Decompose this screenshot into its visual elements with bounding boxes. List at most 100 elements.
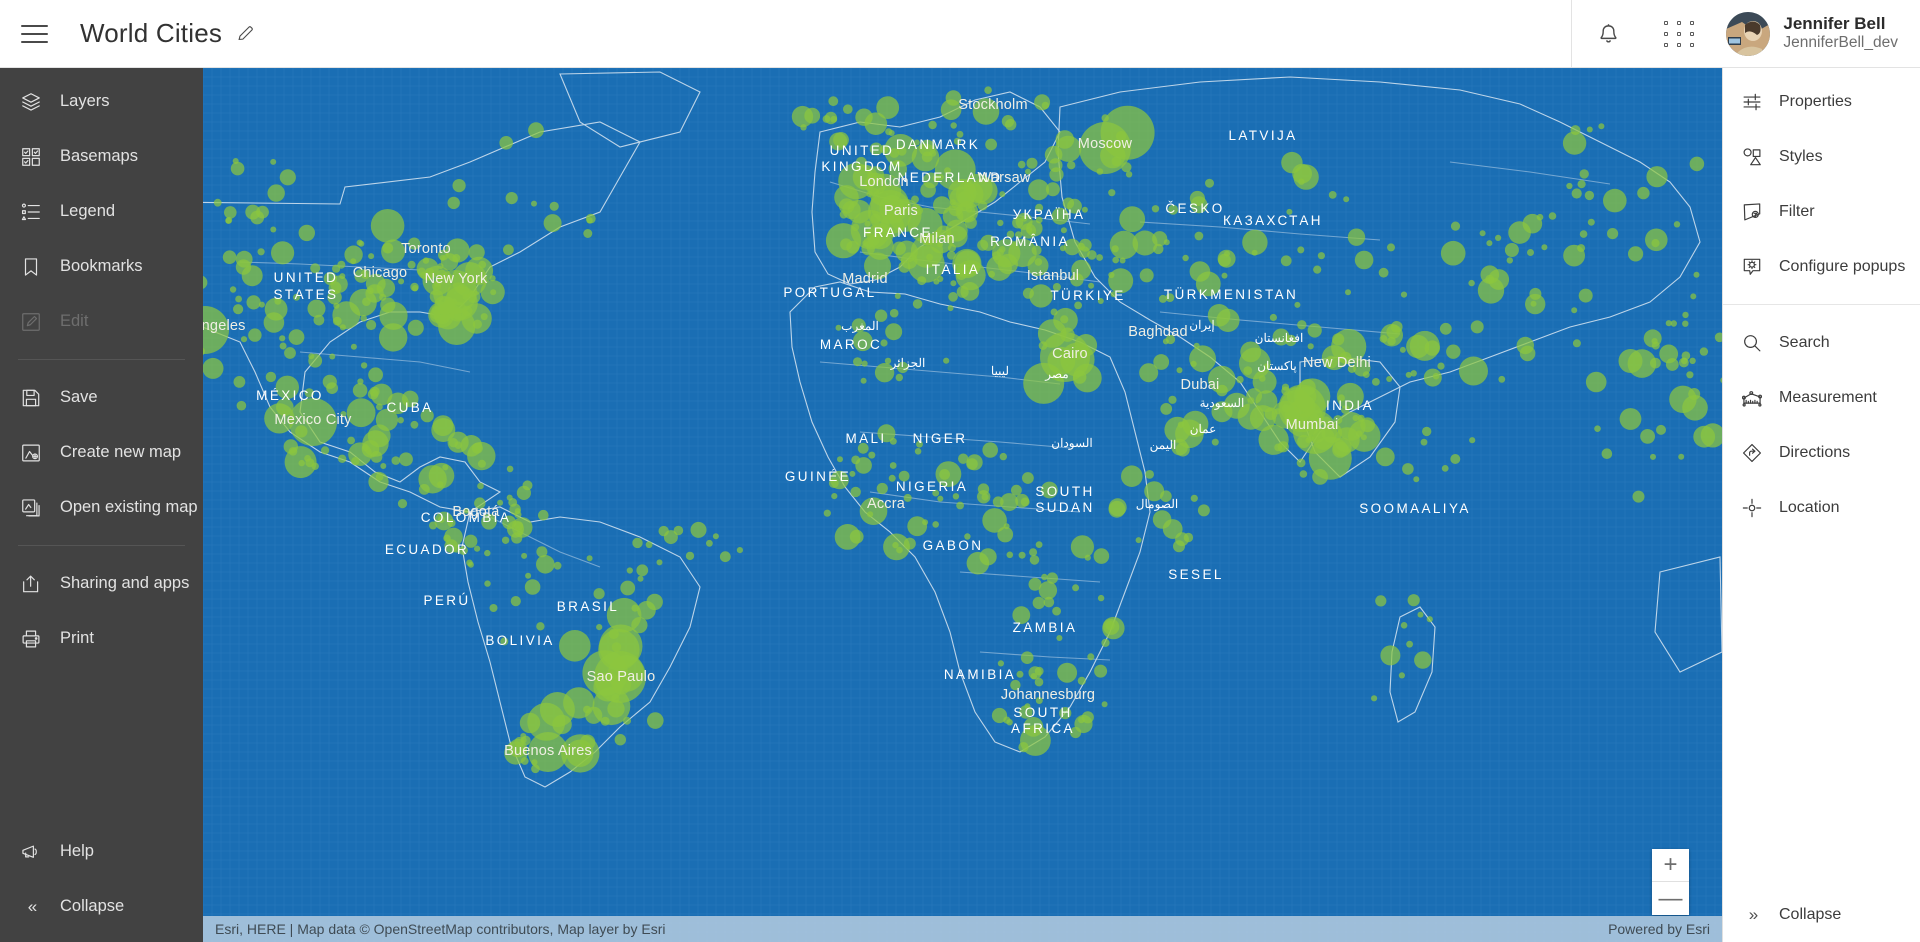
city-symbol[interactable] bbox=[521, 552, 528, 559]
city-symbol[interactable] bbox=[1386, 376, 1393, 382]
city-symbol[interactable] bbox=[270, 226, 277, 233]
city-symbol[interactable] bbox=[307, 299, 326, 318]
city-symbol[interactable] bbox=[1578, 288, 1593, 303]
city-symbol[interactable] bbox=[1470, 320, 1484, 334]
city-symbol[interactable] bbox=[876, 482, 888, 495]
city-symbol[interactable] bbox=[1173, 540, 1185, 553]
city-symbol[interactable] bbox=[1093, 548, 1110, 564]
city-symbol[interactable] bbox=[1176, 367, 1183, 374]
map-canvas[interactable]: UNITED STATES MÉXICO CUBA COLOMBIA ECUADOR PER… bbox=[203, 68, 1722, 942]
city-symbol[interactable] bbox=[1360, 434, 1367, 441]
city-symbol[interactable] bbox=[1034, 94, 1051, 111]
city-symbol[interactable] bbox=[1298, 178, 1305, 185]
city-symbol[interactable] bbox=[1682, 395, 1708, 421]
city-symbol[interactable] bbox=[1211, 438, 1219, 446]
city-symbol[interactable] bbox=[391, 456, 401, 465]
city-symbol[interactable] bbox=[375, 473, 384, 481]
city-symbol[interactable] bbox=[1028, 577, 1042, 591]
city-symbol[interactable] bbox=[1029, 548, 1038, 557]
sidebar-item-layers[interactable]: Layers bbox=[0, 74, 203, 129]
city-symbol[interactable] bbox=[1182, 254, 1189, 262]
city-symbol[interactable] bbox=[593, 588, 605, 600]
city-symbol[interactable] bbox=[1297, 320, 1307, 330]
city-symbol[interactable] bbox=[839, 210, 848, 219]
panel-item-measurement[interactable]: Measurement bbox=[1723, 370, 1920, 425]
city-symbol[interactable] bbox=[1102, 616, 1125, 640]
city-symbol[interactable] bbox=[1637, 186, 1650, 200]
city-symbol[interactable] bbox=[1216, 308, 1240, 332]
city-symbol[interactable] bbox=[553, 561, 562, 570]
city-symbol[interactable] bbox=[1682, 320, 1689, 327]
city-symbol[interactable] bbox=[256, 205, 269, 219]
city-symbol[interactable] bbox=[271, 241, 295, 265]
city-symbol[interactable] bbox=[1139, 268, 1154, 283]
city-symbol[interactable] bbox=[339, 273, 346, 280]
city-symbol[interactable] bbox=[1307, 323, 1322, 338]
city-symbol[interactable] bbox=[1398, 672, 1405, 679]
city-symbol[interactable] bbox=[1607, 228, 1619, 240]
city-symbol[interactable] bbox=[1439, 322, 1452, 335]
hamburger-icon[interactable] bbox=[0, 0, 68, 68]
city-symbol[interactable] bbox=[1087, 653, 1095, 661]
city-symbol[interactable] bbox=[1281, 151, 1303, 174]
city-symbol[interactable] bbox=[1057, 662, 1078, 683]
city-symbol[interactable] bbox=[1681, 351, 1691, 361]
city-symbol[interactable] bbox=[510, 596, 521, 607]
city-symbol[interactable] bbox=[410, 420, 419, 429]
panel-item-styles[interactable]: Styles bbox=[1723, 129, 1920, 184]
city-symbol[interactable] bbox=[513, 521, 524, 531]
city-symbol[interactable] bbox=[1097, 594, 1105, 602]
city-symbol[interactable] bbox=[828, 96, 839, 107]
city-symbol[interactable] bbox=[1041, 573, 1048, 581]
city-symbol[interactable] bbox=[466, 559, 473, 567]
city-symbol[interactable] bbox=[1640, 429, 1655, 444]
city-symbol[interactable] bbox=[1077, 242, 1085, 251]
city-symbol[interactable] bbox=[600, 716, 610, 726]
city-symbol[interactable] bbox=[1587, 218, 1595, 226]
city-symbol[interactable] bbox=[1328, 191, 1337, 199]
city-symbol[interactable] bbox=[477, 482, 484, 490]
city-symbol[interactable] bbox=[988, 270, 995, 278]
city-symbol[interactable] bbox=[360, 362, 368, 369]
city-symbol[interactable] bbox=[1354, 250, 1374, 270]
city-symbol[interactable] bbox=[922, 519, 929, 526]
city-symbol[interactable] bbox=[647, 712, 664, 729]
city-symbol[interactable] bbox=[1112, 256, 1119, 264]
city-symbol[interactable] bbox=[1571, 188, 1582, 199]
sidebar-item-print[interactable]: Print bbox=[0, 611, 203, 666]
city-symbol[interactable] bbox=[719, 551, 731, 563]
city-symbol[interactable] bbox=[982, 442, 998, 458]
city-symbol[interactable] bbox=[956, 501, 964, 510]
city-symbol[interactable] bbox=[914, 448, 922, 455]
city-symbol[interactable] bbox=[536, 555, 555, 574]
panel-item-filter[interactable]: Filter bbox=[1723, 184, 1920, 239]
city-symbol[interactable] bbox=[1163, 239, 1170, 246]
city-symbol[interactable] bbox=[912, 299, 923, 309]
city-symbol[interactable] bbox=[1506, 257, 1514, 264]
city-symbol[interactable] bbox=[1375, 447, 1395, 467]
city-symbol[interactable] bbox=[248, 328, 262, 342]
city-symbol[interactable] bbox=[452, 179, 466, 193]
city-symbol[interactable] bbox=[1125, 171, 1133, 178]
city-symbol[interactable] bbox=[1422, 426, 1432, 437]
city-symbol[interactable] bbox=[997, 219, 1004, 227]
city-symbol[interactable] bbox=[366, 319, 377, 331]
city-symbol[interactable] bbox=[1682, 311, 1689, 319]
city-symbol[interactable] bbox=[1387, 336, 1396, 346]
sidebar-item-basemaps[interactable]: Basemaps bbox=[0, 129, 203, 184]
city-symbol[interactable] bbox=[503, 244, 514, 256]
city-symbol[interactable] bbox=[977, 483, 990, 495]
city-symbol[interactable] bbox=[1628, 246, 1644, 262]
city-symbol[interactable] bbox=[800, 124, 807, 131]
city-symbol[interactable] bbox=[868, 451, 876, 459]
city-symbol[interactable] bbox=[524, 579, 541, 595]
city-symbol[interactable] bbox=[235, 250, 253, 268]
city-symbol[interactable] bbox=[637, 575, 644, 582]
city-symbol[interactable] bbox=[1297, 246, 1305, 254]
city-symbol[interactable] bbox=[947, 305, 954, 312]
city-symbol[interactable] bbox=[1280, 255, 1292, 267]
city-symbol[interactable] bbox=[258, 301, 265, 308]
city-symbol[interactable] bbox=[1643, 329, 1662, 348]
city-symbol[interactable] bbox=[1119, 257, 1126, 264]
city-symbol[interactable] bbox=[1632, 490, 1645, 503]
